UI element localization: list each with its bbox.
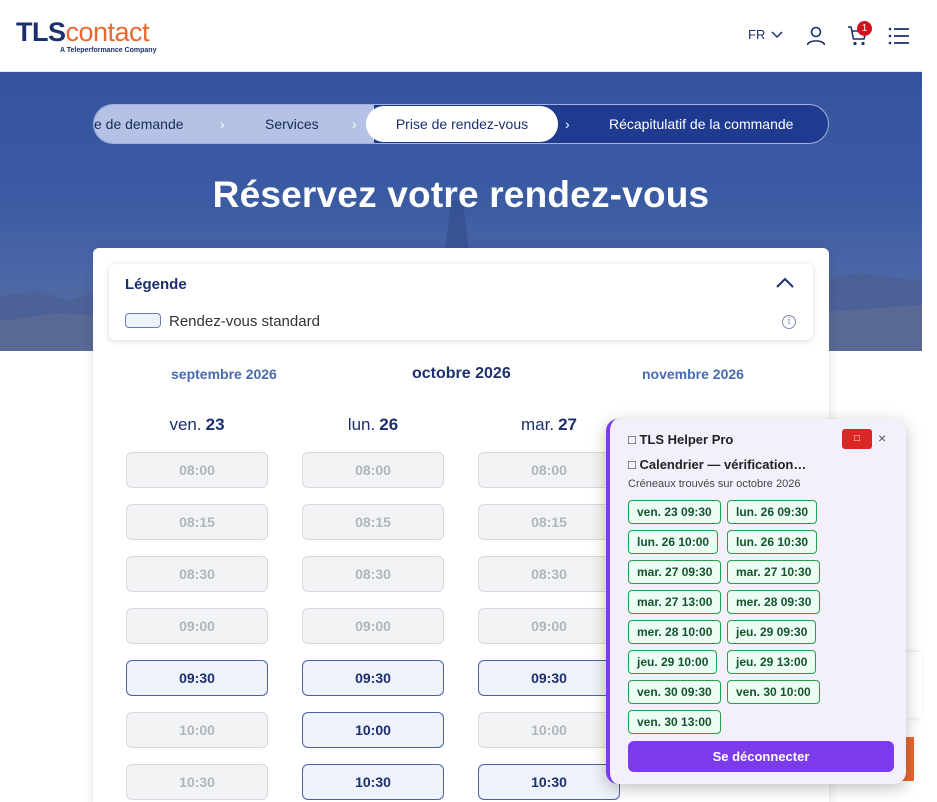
helper-title: □ TLS Helper Pro — [628, 432, 734, 447]
time-slot[interactable]: 09:30 — [126, 660, 268, 696]
time-slot: 08:15 — [302, 504, 444, 540]
time-slot[interactable]: 09:30 — [478, 660, 620, 696]
legend-panel: Légende Rendez-vous standard i — [109, 264, 813, 340]
cart-count-badge: 1 — [857, 21, 872, 36]
helper-status: □ Calendrier — vérification… — [628, 457, 807, 472]
time-slot: 08:30 — [126, 556, 268, 592]
slot-chip[interactable]: lun. 26 09:30 — [727, 500, 818, 524]
time-slot[interactable]: 09:30 — [302, 660, 444, 696]
side-widget — [905, 652, 922, 718]
info-icon[interactable]: i — [782, 315, 796, 329]
step-chevron-icon: › — [565, 116, 570, 132]
slot-chip[interactable]: ven. 30 10:00 — [727, 680, 820, 704]
step-chevron-icon: › — [220, 116, 225, 132]
time-slot: 08:15 — [126, 504, 268, 540]
step-application-type[interactable]: e de demande — [94, 105, 184, 143]
time-slot: 10:00 — [478, 712, 620, 748]
slot-chip[interactable]: jeu. 29 13:00 — [727, 650, 817, 674]
slot-chip[interactable]: ven. 23 09:30 — [628, 500, 721, 524]
chevron-up-icon[interactable] — [775, 276, 795, 290]
day-header: lun. 26 — [347, 415, 399, 434]
booking-stepper: e de demande › Services › Prise de rende… — [93, 104, 829, 144]
month-current: octobre 2026 — [412, 365, 511, 382]
step-chevron-icon: › — [352, 116, 357, 132]
slot-chip[interactable]: lun. 26 10:00 — [628, 530, 719, 554]
tls-helper-panel: □ TLS Helper Pro □ × □ Calendrier — véri… — [606, 419, 906, 784]
day-header: ven. 23 — [169, 415, 225, 434]
slot-chip[interactable]: jeu. 29 09:30 — [727, 620, 817, 644]
time-slot: 08:00 — [126, 452, 268, 488]
slot-chip[interactable]: mar. 27 13:00 — [628, 590, 722, 614]
user-icon[interactable] — [804, 24, 828, 48]
language-label: FR — [748, 27, 766, 42]
time-slot: 08:15 — [478, 504, 620, 540]
time-slot: 08:30 — [478, 556, 620, 592]
slot-chip[interactable]: jeu. 29 10:00 — [628, 650, 718, 674]
logout-button[interactable]: Se déconnecter — [628, 741, 894, 772]
step-order-summary[interactable]: Récapitulatif de la commande — [609, 105, 793, 143]
time-slot: 09:00 — [126, 608, 268, 644]
time-slot: 08:30 — [302, 556, 444, 592]
helper-stop-button[interactable]: □ — [842, 429, 872, 449]
time-slot: 10:30 — [126, 764, 268, 800]
slot-chip[interactable]: ven. 30 13:00 — [628, 710, 721, 734]
month-next[interactable]: novembre 2026 — [642, 366, 744, 382]
slot-chip[interactable]: mer. 28 09:30 — [727, 590, 821, 614]
close-icon[interactable]: × — [878, 430, 886, 446]
logo-tagline: A Teleperformance Company — [60, 47, 157, 54]
step-appointment[interactable]: Prise de rendez-vous — [366, 106, 558, 142]
month-prev[interactable]: septembre 2026 — [171, 366, 277, 382]
time-slot[interactable]: 10:00 — [302, 712, 444, 748]
site-header: TLScontact A Teleperformance Company FR … — [0, 0, 922, 72]
time-slot: 09:00 — [302, 608, 444, 644]
language-selector[interactable]: FR — [748, 27, 783, 42]
legend-standard-label: Rendez-vous standard — [169, 313, 320, 330]
chevron-down-icon — [771, 30, 783, 38]
legend-title: Légende — [125, 276, 187, 293]
slot-chip[interactable]: mar. 27 09:30 — [628, 560, 722, 584]
page-title: Réservez votre rendez-vous — [212, 174, 710, 215]
slot-chip[interactable]: lun. 26 10:30 — [727, 530, 818, 554]
time-slot: 09:00 — [478, 608, 620, 644]
helper-note: Créneaux trouvés sur octobre 2026 — [628, 478, 801, 490]
slot-chip[interactable]: ven. 30 09:30 — [628, 680, 721, 704]
time-slot[interactable]: 10:30 — [302, 764, 444, 800]
standard-appointment-swatch — [125, 313, 161, 328]
step-services[interactable]: Services — [265, 105, 319, 143]
tlscontact-logo[interactable]: TLScontact A Teleperformance Company — [16, 18, 156, 54]
time-slot: 08:00 — [302, 452, 444, 488]
time-slot: 08:00 — [478, 452, 620, 488]
time-slot[interactable]: 10:30 — [478, 764, 620, 800]
day-header: mar. 27 — [521, 415, 577, 434]
menu-list-icon[interactable] — [887, 24, 911, 48]
time-slot: 10:00 — [126, 712, 268, 748]
slot-chip[interactable]: mar. 27 10:30 — [727, 560, 821, 584]
slot-chip[interactable]: mer. 28 10:00 — [628, 620, 722, 644]
